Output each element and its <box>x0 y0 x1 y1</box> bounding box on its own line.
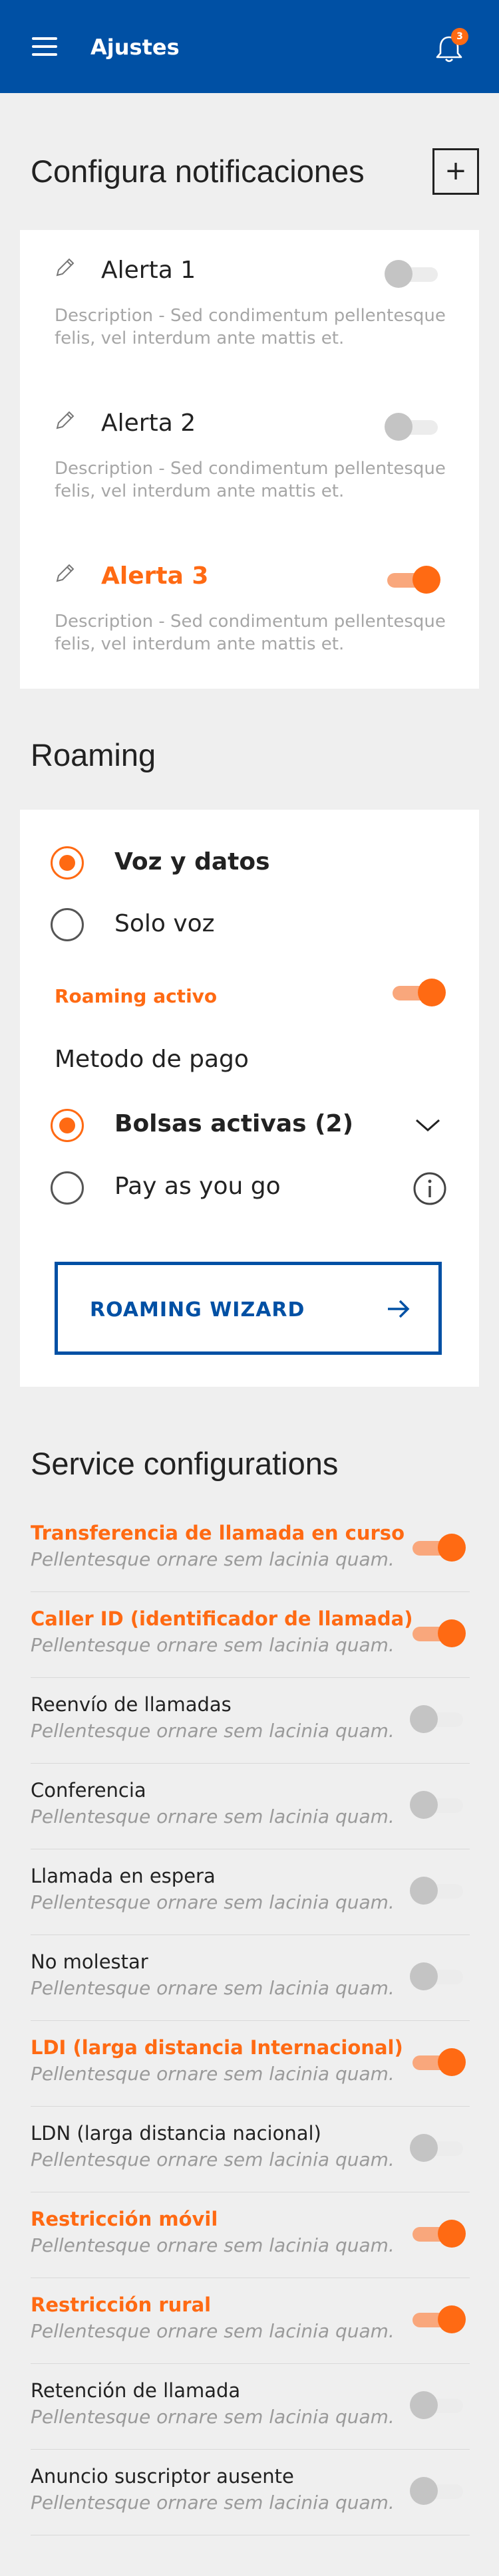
plan-label: Solo voz <box>114 910 215 937</box>
service-item: Caller ID (identificador de llamada) Pell… <box>31 1592 470 1678</box>
alert-toggle[interactable] <box>385 412 440 441</box>
payment-label: Pay as you go <box>114 1173 281 1200</box>
service-name: LDI (larga distancia Internacional) <box>31 2036 403 2059</box>
alert-toggle[interactable] <box>385 259 440 289</box>
notification-badge: 3 <box>451 28 468 45</box>
arrow-right-icon <box>388 1300 410 1318</box>
plan-label: Voz y datos <box>114 848 270 876</box>
chevron-down-icon[interactable] <box>413 1114 443 1135</box>
service-toggle[interactable] <box>410 2048 466 2077</box>
roaming-active-label: Roaming activo <box>55 985 218 1007</box>
alert-description: Description - Sed condimentum pellentesq… <box>55 612 446 654</box>
service-name: Reenvío de llamadas <box>31 1693 232 1716</box>
top-app-bar: Ajustes 3 <box>0 0 499 93</box>
service-item: Transferencia de llamada en curso Pellent… <box>31 1506 470 1592</box>
alert-description: Description - Sed condimentum pellentesq… <box>55 459 446 501</box>
alert-item: Alerta 3 Description - Sed condimentum p… <box>20 536 479 689</box>
service-item: Llamada en espera Pellentesque ornare sem… <box>31 1849 470 1935</box>
page-title: Ajustes <box>90 35 180 60</box>
notifications-title: Configura notificaciones <box>31 154 365 189</box>
service-description: Pellentesque ornare sem lacinia quam. <box>31 2320 395 2342</box>
service-toggle[interactable] <box>410 1619 466 1648</box>
service-description: Pellentesque ornare sem lacinia quam. <box>31 1634 395 1656</box>
roaming-active-toggle[interactable] <box>390 978 446 1007</box>
service-description: Pellentesque ornare sem lacinia quam. <box>31 1548 395 1570</box>
service-description: Pellentesque ornare sem lacinia quam. <box>31 2234 395 2256</box>
service-item: Anuncio suscriptor ausente Pellentesque o… <box>31 2450 470 2535</box>
service-item: LDN (larga distancia nacional) Pellentesq… <box>31 2107 470 2192</box>
payment-radio[interactable] <box>51 1109 84 1142</box>
service-item: Retención de llamada Pellentesque ornare … <box>31 2364 470 2450</box>
info-icon[interactable] <box>413 1171 447 1206</box>
service-name: Restricción rural <box>31 2293 212 2316</box>
payment-label: Bolsas activas (2) <box>114 1110 354 1137</box>
service-description: Pellentesque ornare sem lacinia quam. <box>31 2063 395 2085</box>
service-name: LDN (larga distancia nacional) <box>31 2122 321 2145</box>
service-toggle[interactable] <box>410 2219 466 2248</box>
service-description: Pellentesque ornare sem lacinia quam. <box>31 1720 395 1742</box>
alert-name: Alerta 1 <box>101 257 196 284</box>
service-toggle[interactable] <box>410 2133 466 2163</box>
pencil-icon[interactable] <box>53 257 76 279</box>
service-description: Pellentesque ornare sem lacinia quam. <box>31 1806 395 1827</box>
alert-item: Alerta 2 Description - Sed condimentum p… <box>20 383 479 536</box>
alert-name: Alerta 3 <box>101 562 209 590</box>
service-toggle[interactable] <box>410 1876 466 1905</box>
roaming-wizard-button[interactable]: ROAMING WIZARD <box>55 1262 442 1355</box>
service-item: Conferencia Pellentesque ornare sem lacin… <box>31 1764 470 1849</box>
service-toggle[interactable] <box>410 1962 466 1991</box>
menu-icon[interactable] <box>32 37 57 56</box>
alert-item: Alerta 1 Description - Sed condimentum p… <box>20 230 479 383</box>
service-toggle[interactable] <box>410 1704 466 1734</box>
services-title: Service configurations <box>31 1446 339 1481</box>
service-name: Restricción móvil <box>31 2208 218 2230</box>
payment-radio[interactable] <box>51 1171 84 1205</box>
alert-name: Alerta 2 <box>101 410 196 437</box>
service-name: Transferencia de llamada en curso <box>31 1522 405 1544</box>
service-name: Conferencia <box>31 1779 146 1802</box>
alerts-card: Alerta 1 Description - Sed condimentum p… <box>20 230 479 689</box>
service-toggle[interactable] <box>410 2305 466 2334</box>
service-toggle[interactable] <box>410 2391 466 2420</box>
service-description: Pellentesque ornare sem lacinia quam. <box>31 2406 395 2428</box>
service-description: Pellentesque ornare sem lacinia quam. <box>31 1891 395 1913</box>
pencil-icon[interactable] <box>53 410 76 432</box>
alert-description: Description - Sed condimentum pellentesq… <box>55 306 446 348</box>
service-name: Anuncio suscriptor ausente <box>31 2465 294 2488</box>
pencil-icon[interactable] <box>53 562 76 585</box>
service-toggle[interactable] <box>410 1533 466 1562</box>
service-name: Llamada en espera <box>31 1865 216 1887</box>
service-name: Retención de llamada <box>31 2379 241 2402</box>
service-item: Restricción rural Pellentesque ornare sem… <box>31 2278 470 2364</box>
service-item: Reenvío de llamadas Pellentesque ornare s… <box>31 1678 470 1764</box>
service-item: Restricción móvil Pellentesque ornare sem… <box>31 2192 470 2278</box>
plan-radio[interactable] <box>51 908 84 941</box>
service-name: Caller ID (identificador de llamada) <box>31 1607 413 1630</box>
service-toggle[interactable] <box>410 1790 466 1819</box>
roaming-title: Roaming <box>31 737 156 772</box>
service-toggle[interactable] <box>410 2476 466 2506</box>
service-item: LDI (larga distancia Internacional) Pelle… <box>31 2021 470 2107</box>
plan-radio[interactable] <box>51 846 84 879</box>
service-name: No molestar <box>31 1950 148 1973</box>
service-item: No molestar Pellentesque ornare sem lacin… <box>31 1935 470 2021</box>
service-description: Pellentesque ornare sem lacinia quam. <box>31 2492 395 2514</box>
service-description: Pellentesque ornare sem lacinia quam. <box>31 2149 395 2170</box>
alert-toggle[interactable] <box>385 565 440 594</box>
roaming-wizard-label: ROAMING WIZARD <box>90 1298 305 1322</box>
add-alert-button[interactable]: + <box>432 148 479 195</box>
service-description: Pellentesque ornare sem lacinia quam. <box>31 1977 395 1999</box>
payment-title: Metodo de pago <box>55 1046 249 1073</box>
